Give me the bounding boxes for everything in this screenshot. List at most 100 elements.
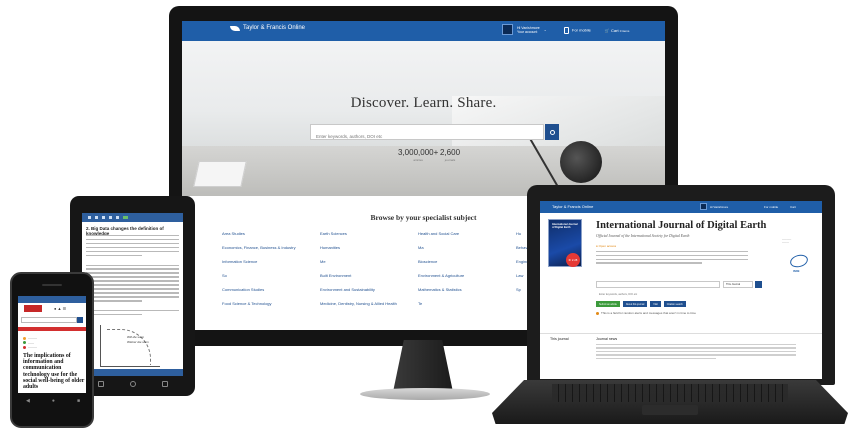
cart-count: 0 items [619, 29, 630, 33]
news-text [596, 344, 796, 361]
tablet-screen: 2. Big Data changes the definition of kn… [82, 213, 183, 376]
subject-link[interactable]: Health and Social Care [418, 231, 516, 236]
phone-device: ● ▲ ☰ ——— —— ——— The implications of inf… [10, 272, 94, 428]
for-mobile-link[interactable]: For mobile [564, 27, 591, 34]
stat-journals: 2,600 journals [440, 148, 460, 162]
visit-button[interactable]: Visit [650, 301, 661, 307]
nav-right: For mobile 🛒 Cart 0 items [564, 27, 629, 34]
subject-link[interactable]: Communication Studies [222, 287, 320, 292]
subject-link[interactable]: So [222, 273, 320, 278]
subject-link[interactable]: Te [418, 301, 516, 306]
toolbar-icon[interactable] [102, 216, 105, 219]
toolbar-icon[interactable] [116, 216, 119, 219]
account-name: Hi Vanishmore [710, 204, 729, 209]
alert-text: This is a field for random alerts and me… [601, 311, 696, 315]
for-mobile-link[interactable]: For mobile [764, 205, 778, 209]
toolbar-icon[interactable] [88, 216, 91, 219]
chevron-down-icon: ⌄ [543, 27, 547, 32]
meta-dot-icon [23, 336, 26, 340]
subject-link[interactable]: Built Environment [320, 273, 418, 278]
journal-cover[interactable]: International Journal of Digital Earth I… [548, 219, 582, 267]
account-sub: Your account [517, 29, 538, 34]
subject-link[interactable]: Me [320, 259, 418, 264]
phone-speaker [42, 284, 62, 286]
site-logo[interactable]: Taylor & Francis Online [230, 25, 305, 31]
search-input[interactable] [311, 129, 531, 144]
society-logo: ISDE [786, 249, 812, 275]
subject-link[interactable]: Information Science [222, 259, 320, 264]
tab-this-journal[interactable]: This journal [550, 337, 569, 341]
stat-label: journals [444, 158, 456, 162]
tablet-nav-buttons [98, 381, 168, 387]
subject-link[interactable]: Earth Sciences [320, 231, 418, 236]
article-authors: —————— ———— [23, 379, 41, 387]
laptop-keyboard-base [492, 380, 848, 424]
search-input[interactable] [597, 292, 715, 297]
cart-link[interactable]: 🛒 Cart 0 items [605, 28, 629, 33]
search-input[interactable] [21, 317, 77, 323]
search-scope-select[interactable]: This Journal [723, 281, 753, 288]
alert-icon [596, 311, 599, 315]
stat-number: 3,000,000+ [398, 148, 439, 157]
mobile-phone-icon [564, 27, 569, 34]
journal-actions: Submit an article About this journal Vis… [596, 301, 686, 307]
subject-link[interactable]: Humanities [320, 245, 418, 250]
figure-label: Widow' die soon [127, 340, 149, 344]
subject-link[interactable]: Food Science & Technology [222, 301, 320, 306]
subject-link[interactable]: Ma [418, 245, 516, 250]
top-nav: Taylor & Francis Online Hi Vanishmore Fo… [540, 201, 822, 213]
keyboard [552, 384, 788, 402]
brand-name[interactable]: Taylor & Francis Online [552, 204, 593, 209]
tablet-footer-bar [82, 369, 183, 376]
submit-article-button[interactable]: Submit an article [596, 301, 620, 307]
figure-label: Will die soon [127, 335, 144, 339]
phone-screen: ● ▲ ☰ ——— —— ——— The implications of inf… [18, 296, 86, 393]
toolbar-icon[interactable] [95, 216, 98, 219]
toolbar-icon[interactable] [109, 216, 112, 219]
phone-status-bar [18, 296, 86, 303]
meta-dot-icon [23, 341, 26, 345]
lamp-decor [560, 141, 602, 183]
recent-apps-icon[interactable] [162, 381, 168, 387]
site-logo[interactable] [24, 305, 42, 312]
cart-label: Cart [611, 28, 619, 33]
account-menu[interactable]: Hi Vanishmore Your account ⌄ [502, 24, 547, 35]
back-icon[interactable]: ◀ [26, 398, 30, 404]
section-divider-bar [18, 327, 86, 331]
hero-headline: Discover. Learn. Share. [350, 95, 497, 111]
tab-journal-news[interactable]: Journal news [596, 337, 617, 341]
search-button[interactable] [545, 124, 559, 140]
tablet-toolbar [82, 213, 183, 222]
alert-notice: This is a field for random alerts and me… [596, 311, 696, 315]
open-access-badge: ● Open access [596, 244, 617, 248]
subject-link[interactable]: Mathematics & Statistics [418, 287, 516, 292]
subject-link[interactable]: Area Studies [222, 231, 320, 236]
search-button[interactable] [77, 317, 83, 323]
phone-header-icons[interactable]: ● ▲ ☰ [54, 306, 66, 311]
back-icon[interactable] [98, 381, 104, 387]
top-nav: Taylor & Francis Online Hi Vanishmore Yo… [182, 21, 665, 41]
nav-right: For mobile Cart [764, 205, 796, 209]
citation-search-button[interactable]: Citation search [663, 301, 686, 307]
phone-nav-bar: ◀ ● ■ [26, 398, 80, 404]
recent-apps-icon[interactable]: ■ [77, 398, 80, 404]
impact-factor-badge: IF 2.28 [566, 253, 580, 267]
cart-link[interactable]: Cart [790, 205, 796, 209]
laptop-screen: Taylor & Francis Online Hi Vanishmore Fo… [540, 201, 822, 379]
account-menu[interactable]: Hi Vanishmore [700, 203, 728, 210]
subject-link[interactable]: Environment & Agriculture [418, 273, 516, 278]
subject-link[interactable]: Medicine, Dentistry, Nursing & Allied He… [320, 301, 418, 306]
subject-link[interactable]: Economics, Finance, Business & Industry [222, 245, 320, 250]
article-meta: ——— —— ——— [23, 336, 37, 350]
home-icon[interactable] [130, 381, 136, 387]
photo-frame-decor [193, 161, 247, 187]
subject-link[interactable]: Bioscience [418, 259, 516, 264]
toolbar-active-icon[interactable] [123, 216, 128, 219]
hero-banner: Discover. Learn. Share. 3,000,000+ artic… [182, 41, 665, 196]
about-journal-button[interactable]: About this journal [622, 301, 648, 307]
search-button[interactable] [755, 281, 762, 288]
bird-logo-icon [230, 25, 240, 31]
search-icon [549, 129, 555, 135]
subject-link[interactable]: Environment and Sustainability [320, 287, 418, 292]
home-icon[interactable]: ● [52, 398, 55, 404]
